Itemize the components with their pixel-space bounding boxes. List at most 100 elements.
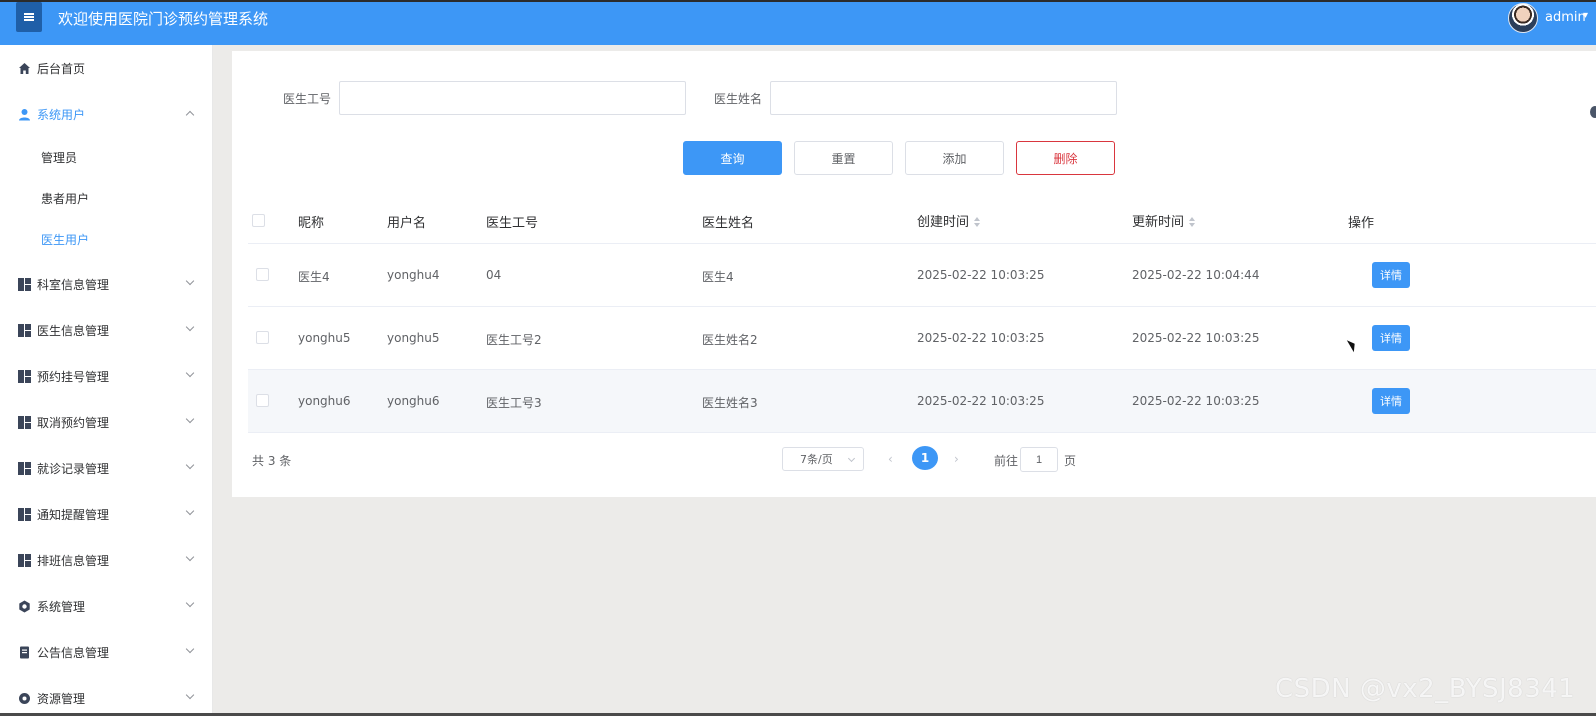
reset-button[interactable]: 重置 — [794, 141, 893, 175]
sidebar-item-system-admin[interactable]: 系统管理 — [0, 583, 212, 629]
detail-button[interactable]: 详情 — [1372, 325, 1410, 351]
column-header-created[interactable]: 创建时间 — [917, 211, 981, 230]
column-header-label: 更新时间 — [1132, 215, 1185, 230]
page-unit-label: 页 — [1064, 454, 1077, 468]
page-size-select[interactable]: 7条/页 — [782, 447, 864, 471]
column-header-label: 创建时间 — [917, 215, 970, 230]
sidebar-item-cancellations[interactable]: 取消预约管理 — [0, 399, 212, 445]
prev-page-button[interactable]: ‹ — [888, 452, 893, 466]
goto-label: 前往 — [994, 454, 1019, 468]
cell-nickname: yonghu5 — [298, 331, 351, 345]
main-panel: 医生工号 医生姓名 查询 重置 添加 删除 昵称 用户名 医生工号 医生姓名 创… — [232, 51, 1596, 497]
cell-created: 2025-02-22 10:03:25 — [917, 394, 1045, 408]
cell-updated: 2025-02-22 10:03:25 — [1132, 331, 1260, 345]
sidebar-item-label: 排班信息管理 — [37, 553, 110, 568]
doctor-name-input[interactable] — [770, 81, 1117, 115]
grid-icon — [18, 508, 31, 521]
query-button[interactable]: 查询 — [683, 141, 782, 175]
sidebar-item-label: 预约挂号管理 — [37, 369, 110, 384]
delete-button[interactable]: 删除 — [1016, 141, 1115, 175]
grid-icon — [18, 462, 31, 475]
sidebar-item-appointments[interactable]: 预约挂号管理 — [0, 353, 212, 399]
sidebar-item-announcements[interactable]: 公告信息管理 — [0, 629, 212, 675]
cell-doctor-name: 医生姓名2 — [702, 333, 758, 347]
chevron-down-icon — [185, 460, 195, 470]
chevron-down-icon — [185, 368, 195, 378]
sidebar-item-department[interactable]: 科室信息管理 — [0, 261, 212, 307]
cell-username: yonghu6 — [387, 394, 440, 408]
chevron-down-icon — [185, 644, 195, 654]
cell-nickname: yonghu6 — [298, 394, 351, 408]
table-divider — [248, 432, 1596, 433]
row-checkbox[interactable] — [256, 394, 269, 407]
chevron-down-icon — [185, 322, 195, 332]
gear-icon — [19, 600, 30, 613]
sort-icon[interactable] — [974, 217, 981, 227]
sidebar-item-schedules[interactable]: 排班信息管理 — [0, 537, 212, 583]
sidebar-item-dashboard[interactable]: 后台首页 — [0, 45, 212, 91]
doctor-id-input[interactable] — [339, 81, 686, 115]
user-icon — [19, 109, 30, 121]
cell-doctor-name: 医生姓名3 — [702, 396, 758, 410]
sidebar-item-label: 系统用户 — [37, 107, 86, 122]
sidebar: 后台首页 系统用户 管理员 患者用户 医生用户 科室信息管理 医生信息管理 预约… — [0, 45, 213, 716]
sidebar-item-doctor-info[interactable]: 医生信息管理 — [0, 307, 212, 353]
sidebar-item-label: 医生信息管理 — [37, 323, 110, 338]
cell-doctor-id: 医生工号2 — [486, 333, 542, 347]
sidebar-subitem-label: 患者用户 — [41, 191, 90, 206]
next-page-button[interactable]: › — [954, 452, 959, 466]
select-all-checkbox[interactable] — [252, 214, 265, 227]
sidebar-item-label: 科室信息管理 — [37, 277, 110, 292]
chevron-down-icon — [185, 552, 195, 562]
sidebar-item-label: 就诊记录管理 — [37, 461, 110, 476]
scroll-handle[interactable] — [1590, 106, 1596, 118]
cell-created: 2025-02-22 10:03:25 — [917, 331, 1045, 345]
sidebar-item-notifications[interactable]: 通知提醒管理 — [0, 491, 212, 537]
column-header-username: 用户名 — [387, 216, 427, 231]
sort-icon[interactable] — [1189, 217, 1196, 227]
watermark: CSDN @vx2_BYSJ8341 — [1275, 674, 1576, 704]
grid-icon — [18, 324, 31, 337]
sidebar-item-label: 公告信息管理 — [37, 645, 110, 660]
sidebar-subitem-label: 医生用户 — [41, 232, 90, 247]
user-name[interactable]: admin — [1545, 10, 1586, 25]
row-checkbox[interactable] — [256, 331, 269, 344]
column-header-actions: 操作 — [1348, 216, 1375, 231]
detail-button[interactable]: 详情 — [1372, 388, 1410, 414]
column-header-updated[interactable]: 更新时间 — [1132, 211, 1196, 230]
top-header: 欢迎使用医院门诊预约管理系统 admin ▾ — [0, 0, 1596, 45]
add-button[interactable]: 添加 — [905, 141, 1004, 175]
sidebar-subitem-doctor-users[interactable]: 医生用户 — [0, 219, 212, 259]
chevron-down-icon — [185, 598, 195, 608]
cell-updated: 2025-02-22 10:03:25 — [1132, 394, 1260, 408]
cell-username: yonghu4 — [387, 268, 440, 282]
cell-doctor-id: 04 — [486, 268, 502, 282]
table-row: yonghu5 yonghu5 医生工号2 医生姓名2 2025-02-22 1… — [248, 307, 1596, 369]
goto-page-input[interactable] — [1020, 447, 1058, 472]
page-size-value: 7条/页 — [800, 453, 833, 466]
detail-button[interactable]: 详情 — [1372, 262, 1410, 288]
sidebar-item-system-users[interactable]: 系统用户 — [0, 91, 212, 137]
grid-icon — [18, 370, 31, 383]
pagination-total: 共 3 条 — [252, 454, 292, 468]
cell-nickname: 医生4 — [298, 270, 330, 284]
row-checkbox[interactable] — [256, 268, 269, 281]
hamburger-menu-icon[interactable] — [16, 2, 42, 32]
sidebar-item-label: 通知提醒管理 — [37, 507, 110, 522]
sidebar-item-visit-records[interactable]: 就诊记录管理 — [0, 445, 212, 491]
doctor-id-label: 医生工号 — [283, 92, 332, 106]
gear-icon — [19, 693, 30, 704]
table-row: yonghu6 yonghu6 医生工号3 医生姓名3 2025-02-22 1… — [248, 370, 1596, 432]
page-number-current[interactable]: 1 — [912, 446, 938, 470]
home-icon — [19, 63, 30, 74]
chevron-down-icon[interactable]: ▾ — [1583, 10, 1588, 21]
column-header-doctor-name: 医生姓名 — [702, 216, 755, 231]
sidebar-subitem-patient-users[interactable]: 患者用户 — [0, 178, 212, 218]
column-header-doctor-id: 医生工号 — [486, 216, 539, 231]
cell-username: yonghu5 — [387, 331, 440, 345]
chevron-up-icon — [185, 110, 195, 120]
doctor-name-label: 医生姓名 — [714, 92, 763, 106]
sidebar-item-resources[interactable]: 资源管理 — [0, 675, 212, 716]
avatar[interactable] — [1508, 3, 1538, 33]
sidebar-subitem-admins[interactable]: 管理员 — [0, 137, 212, 177]
